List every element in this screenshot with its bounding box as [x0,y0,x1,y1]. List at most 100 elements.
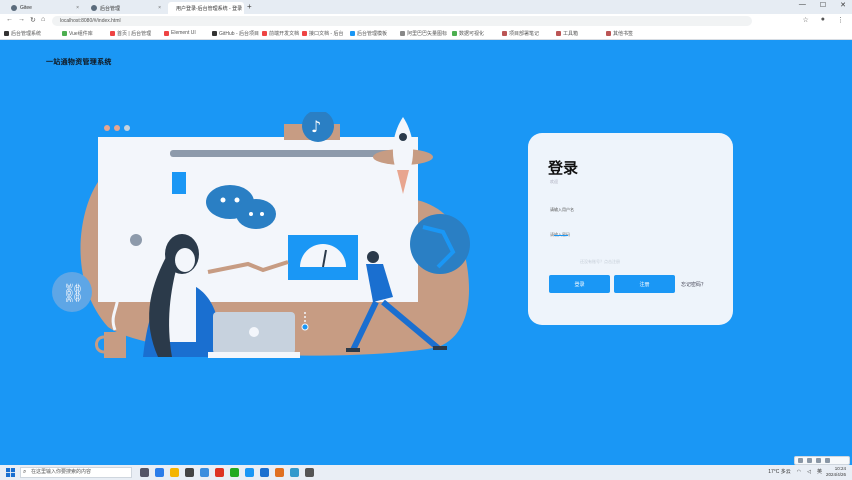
weather-indicator[interactable]: 17°C 多云 [768,468,791,475]
hero-illustration: ♪ ⛓ [52,112,470,358]
tray-icon[interactable] [816,458,821,463]
login-title: 登录 [548,160,579,177]
bookmark-icon [400,31,405,36]
app-icon[interactable] [290,468,299,477]
bookmark-item[interactable]: GitHub - 后台项目 [212,30,259,37]
bookmark-item[interactable]: 首页 | 后台管理 [110,30,151,37]
bookmark-item[interactable]: Element UI [164,30,196,36]
taskbar-search-input[interactable]: 在这里输入你要搜索的内容 [20,467,132,478]
app-icon[interactable] [245,468,254,477]
bookmark-icon [606,31,611,36]
bookmark-icon [212,31,217,36]
clock-date: 2024/4/26 [825,472,846,477]
forgot-password-link[interactable]: 忘记密码？ [681,281,706,288]
bookmark-icon [350,31,355,36]
bookmark-item[interactable]: Vue组件库 [62,30,93,37]
password-field[interactable] [550,227,710,241]
tray-overflow-strip [794,456,850,465]
wifi-icon[interactable]: ◠ [797,469,801,475]
bookmarks-bar: 后台管理系统 Vue组件库 首页 | 后台管理 Element UI GitHu… [0,28,852,40]
tab-label: Gitee [20,5,32,11]
maximize-icon[interactable]: ☐ [820,1,826,9]
bookmark-item[interactable]: 后台管理模板 [350,30,387,37]
tab-label: 后台管理 [100,5,121,12]
bookmark-item[interactable]: 前端开发文档 [262,30,299,37]
bookmark-item[interactable]: 工具箱 [556,30,578,37]
globe-shape [410,214,470,274]
back-icon[interactable]: ← [6,16,13,23]
windows-start-icon[interactable] [6,468,15,477]
register-hint: 还没有账号？点击注册 [580,259,620,264]
tab-favicon-icon [91,5,97,11]
taskbar: 在这里输入你要搜索的内容 ⌕ 17°C 多云 ◠ ◁ 英 10:24 2024/… [0,465,852,480]
menu-icon[interactable]: ⋮ [837,16,844,24]
browser-tab-bar: Gitee × 后台管理 × 用户登录-后台管理系统 - 登录 × + — ☐ … [0,0,852,14]
tab-3-active[interactable]: 用户登录-后台管理系统 - 登录 × [168,2,244,14]
bookmark-item[interactable]: 阿里巴巴矢量图标 [400,30,447,37]
task-view-icon[interactable] [140,468,149,477]
bookmark-icon [62,31,67,36]
laptop-shape [208,312,300,358]
bookmark-item[interactable]: 接口文档 - 后台 [302,30,343,37]
tab-1[interactable]: Gitee × [6,2,84,14]
forward-icon[interactable]: → [18,16,25,23]
bookmark-item[interactable]: 数据可视化 [452,30,484,37]
url-input[interactable]: localhost:8080/#/index.html [52,16,752,26]
brand-title: 一站通物资管理系统 [46,59,112,66]
app-icon[interactable] [215,468,224,477]
tab-2[interactable]: 后台管理 × [86,2,166,14]
close-window-icon[interactable]: ✕ [840,1,846,9]
address-bar-row: ← → ↻ ⌂ localhost:8080/#/index.html ☆ ● … [0,14,852,28]
bookmark-icon [262,31,267,36]
search-icon: ⌕ [23,469,27,475]
bookmark-icon [110,31,115,36]
ime-indicator[interactable]: 英 [817,468,822,475]
bookmark-icon [302,31,307,36]
login-button[interactable]: 登录 [549,275,610,293]
profile-icon[interactable]: ● [821,16,825,24]
window-controls: — ☐ ✕ [799,1,846,9]
svg-text:⛓: ⛓ [62,283,85,304]
login-card: 登录 欢迎 还没有账号？点击注册 登录 注册 忘记密码？ [528,133,733,325]
bookmark-icon [502,31,507,36]
svg-text:♪: ♪ [311,117,321,136]
search-bar-shape [170,150,395,157]
app-icon[interactable] [185,468,194,477]
app-icon[interactable] [230,468,239,477]
login-subtitle: 欢迎 [550,179,558,184]
tray-icon[interactable] [807,458,812,463]
app-icon[interactable] [275,468,284,477]
gauge-icon [288,235,358,280]
chrome-icon[interactable] [260,468,269,477]
window-dot [124,125,130,131]
extension-icon[interactable]: ☆ [802,16,808,24]
close-tab-icon[interactable]: × [76,5,79,11]
bookmark-icon [164,30,169,36]
file-explorer-icon[interactable] [170,468,179,477]
bookmark-icon [556,31,561,36]
bookmark-icon [4,31,9,36]
tray-icon[interactable] [825,458,830,463]
register-button[interactable]: 注册 [614,275,675,293]
close-tab-icon[interactable]: × [158,5,161,11]
home-icon[interactable]: ⌂ [41,16,45,23]
tray-icon[interactable] [798,458,803,463]
window-dot [114,125,120,131]
app-icon[interactable] [200,468,209,477]
bookmark-item[interactable]: 其他书签 [606,30,633,37]
minimize-icon[interactable]: — [799,1,806,9]
password-focus-line [554,235,568,236]
volume-icon[interactable]: ◁ [807,469,811,475]
taskbar-clock[interactable]: 10:24 2024/4/26 [826,466,846,478]
new-tab-icon[interactable]: + [247,2,252,12]
app-icon[interactable] [305,468,314,477]
edge-icon[interactable] [155,468,164,477]
bookmark-item[interactable]: 项目部署笔记 [502,30,539,37]
sidebar-block [172,172,186,194]
link-icon: ⛓ [52,272,92,312]
reload-icon[interactable]: ↻ [30,16,36,24]
bookmark-item[interactable]: 后台管理系统 [4,30,41,37]
window-dot [104,125,110,131]
username-field[interactable] [550,203,710,217]
system-tray: 17°C 多云 ◠ ◁ 英 [768,468,822,476]
